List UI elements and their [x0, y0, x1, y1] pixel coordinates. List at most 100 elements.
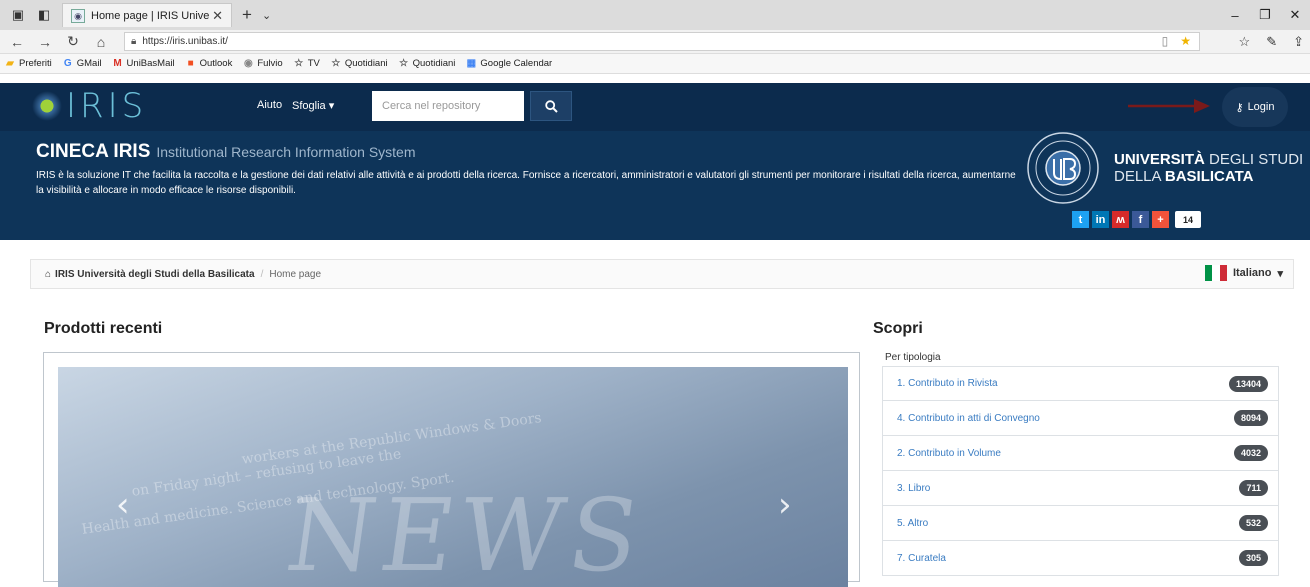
recent-carousel: workers at the Republic Windows & Doors …	[43, 352, 860, 587]
tabs-aside-icon[interactable]: ◧	[36, 7, 52, 23]
favorite-star-icon[interactable]: ★	[1180, 33, 1191, 50]
calendar-icon: ▦	[466, 57, 477, 69]
favorite-item[interactable]: ☆ Quotidiani	[398, 57, 456, 70]
category-list: 1. Contributo in Rivista 13404 4. Contribu…	[882, 366, 1279, 576]
favorite-item[interactable]: ▰ Preferiti	[4, 58, 52, 70]
top-navbar: IRIS Aiuto Sfoglia ▾ Cerca nel repositor…	[0, 83, 1310, 131]
new-tab-icon[interactable]: +	[242, 5, 252, 25]
caret-down-icon: ▾	[328, 100, 335, 112]
favorite-label: TV	[307, 58, 320, 69]
favorite-label: GMail	[76, 58, 102, 69]
uni-line1-light: DEGLI STUDI	[1209, 151, 1304, 168]
favorite-item[interactable]: ◉ Fulvio	[242, 57, 283, 70]
back-icon[interactable]: ←	[6, 34, 28, 50]
favorite-label: Preferiti	[19, 58, 52, 69]
brand-banner: CINECA IRIS Institutional Research Inform…	[0, 131, 1310, 240]
tab-title: Home page | IRIS Unive	[91, 9, 210, 22]
favorite-item[interactable]: ☆ Quotidiani	[330, 58, 387, 70]
menu-sfoglia[interactable]: Sfoglia ▾	[292, 99, 334, 112]
facebook-icon[interactable]: f	[1132, 211, 1149, 228]
breadcrumb-separator: /	[260, 268, 264, 280]
red-arrow-annotation	[1128, 99, 1210, 113]
restore-icon[interactable]: ❐	[1250, 7, 1280, 23]
favorites-hub-icon[interactable]: ☆	[1239, 34, 1251, 50]
breadcrumb-current: Home page	[269, 268, 322, 280]
slide-news-text: NEWS	[279, 477, 653, 587]
favorite-label: Quotidiani	[412, 58, 456, 69]
tab-actions-icon[interactable]: ▣	[10, 7, 26, 23]
favorite-item[interactable]: ☆ TV	[293, 58, 320, 70]
recent-heading: Prodotti recenti	[44, 320, 163, 337]
address-url: https://iris.unibas.it/	[142, 36, 228, 47]
category-item[interactable]: 2. Contributo in Volume 4032	[882, 436, 1279, 471]
pen-icon[interactable]: ✎	[1266, 34, 1277, 50]
category-item[interactable]: 5. Altro 532	[882, 506, 1279, 541]
favorite-item[interactable]: ▦ Google Calendar	[465, 57, 553, 70]
star-icon: ☆	[399, 57, 409, 69]
language-selector[interactable]: Italiano ▾	[1204, 265, 1283, 281]
lock-icon[interactable]: 🔒︎	[131, 36, 136, 47]
category-item[interactable]: 1. Contributo in Rivista 13404	[882, 366, 1279, 401]
site: IRIS Aiuto Sfoglia ▾ Cerca nel repositor…	[0, 83, 1310, 240]
category-count-badge: 711	[1239, 480, 1268, 496]
category-count-badge: 4032	[1233, 445, 1268, 461]
search-input[interactable]: Cerca nel repository	[372, 91, 524, 121]
home-icon[interactable]: ⌂	[90, 34, 112, 50]
reading-view-icon[interactable]: ▯	[1162, 33, 1169, 50]
menu-aiuto[interactable]: Aiuto	[257, 99, 282, 111]
category-item[interactable]: 3. Libro 711	[882, 471, 1279, 506]
browser-tab[interactable]: ◉ Home page | IRIS Unive ✕	[62, 3, 232, 27]
close-window-icon[interactable]: ✕	[1280, 7, 1310, 23]
slide-bg-text-line: workers at the Republic Windows & Doors	[240, 409, 543, 468]
favorite-label: Google Calendar	[480, 58, 553, 69]
university-name: UNIVERSITÀ DEGLI STUDI DELLA BASILICATA	[1114, 151, 1303, 185]
minimize-icon[interactable]: –	[1220, 8, 1250, 23]
carousel-next-icon[interactable]: ›	[778, 485, 792, 525]
breadcrumb-root[interactable]: IRIS Università degli Studi della Basili…	[55, 269, 255, 280]
forward-icon[interactable]: →	[34, 34, 56, 50]
site-favicon-icon: ◉	[71, 8, 85, 23]
refresh-icon[interactable]: ↻	[62, 33, 84, 50]
italy-flag-icon	[1204, 265, 1227, 281]
category-item[interactable]: 4. Contributo in atti di Convegno 8094	[882, 401, 1279, 436]
google-icon: G	[63, 57, 72, 69]
search-button[interactable]	[530, 91, 572, 121]
scopri-group-label: Per tipologia	[885, 352, 941, 363]
globe-icon: ◉	[243, 57, 253, 69]
iris-logo[interactable]: IRIS	[32, 89, 147, 123]
category-label: 2. Contributo in Volume	[897, 447, 1001, 459]
scopri-heading: Scopri	[873, 320, 923, 337]
carousel-prev-icon[interactable]: ‹	[116, 485, 130, 525]
linkedin-icon[interactable]: in	[1092, 211, 1109, 228]
login-button[interactable]: ⚷ Login	[1222, 87, 1288, 127]
browser-navbar: ← → ↻ ⌂ 🔒︎ https://iris.unibas.it/ ▯ ★ ☆…	[0, 30, 1310, 54]
category-label: 3. Libro	[897, 482, 931, 494]
favorite-item[interactable]: M UniBasMail	[112, 57, 175, 70]
close-tab-icon[interactable]: ✕	[212, 8, 223, 24]
browser-tabbar: ▣ ◧ ◉ Home page | IRIS Unive ✕ + ⌄ – ❐ ✕	[0, 0, 1310, 30]
share-icon[interactable]: ⇪	[1293, 34, 1304, 50]
star-icon: ☆	[294, 57, 304, 69]
carousel-slide-image[interactable]: workers at the Republic Windows & Doors …	[58, 367, 848, 587]
address-bar[interactable]: 🔒︎ https://iris.unibas.it/ ▯ ★	[124, 32, 1200, 51]
breadcrumb: ⌂ IRIS Università degli Studi della Basi…	[30, 259, 1294, 289]
category-count-badge: 13404	[1228, 375, 1268, 392]
folder-icon: ▰	[6, 57, 14, 69]
twitter-icon[interactable]: t	[1072, 211, 1089, 228]
university-seal-icon[interactable]	[1026, 131, 1100, 205]
logo-text: IRIS	[66, 86, 148, 126]
mendeley-icon[interactable]: ʍ	[1112, 211, 1129, 228]
caret-down-icon: ▾	[1277, 267, 1283, 280]
windows-icon: ■	[187, 57, 194, 69]
category-item[interactable]: 7. Curatela 305	[882, 541, 1279, 576]
language-label: Italiano	[1232, 267, 1272, 279]
chevron-down-icon[interactable]: ⌄	[262, 9, 271, 22]
favorites-bar: ▰ Preferiti G GMail M UniBasMail ■ Outlook ◉ Fulv…	[0, 54, 1310, 74]
favorite-item[interactable]: ■ Outlook	[185, 58, 233, 70]
favorite-label: UniBasMail	[126, 58, 175, 69]
category-label: 4. Contributo in atti di Convegno	[897, 412, 1040, 424]
favorite-item[interactable]: G GMail	[62, 58, 102, 70]
favorite-label: Outlook	[199, 58, 233, 69]
addthis-icon[interactable]: +	[1152, 211, 1169, 228]
gmail-icon: M	[113, 57, 122, 69]
